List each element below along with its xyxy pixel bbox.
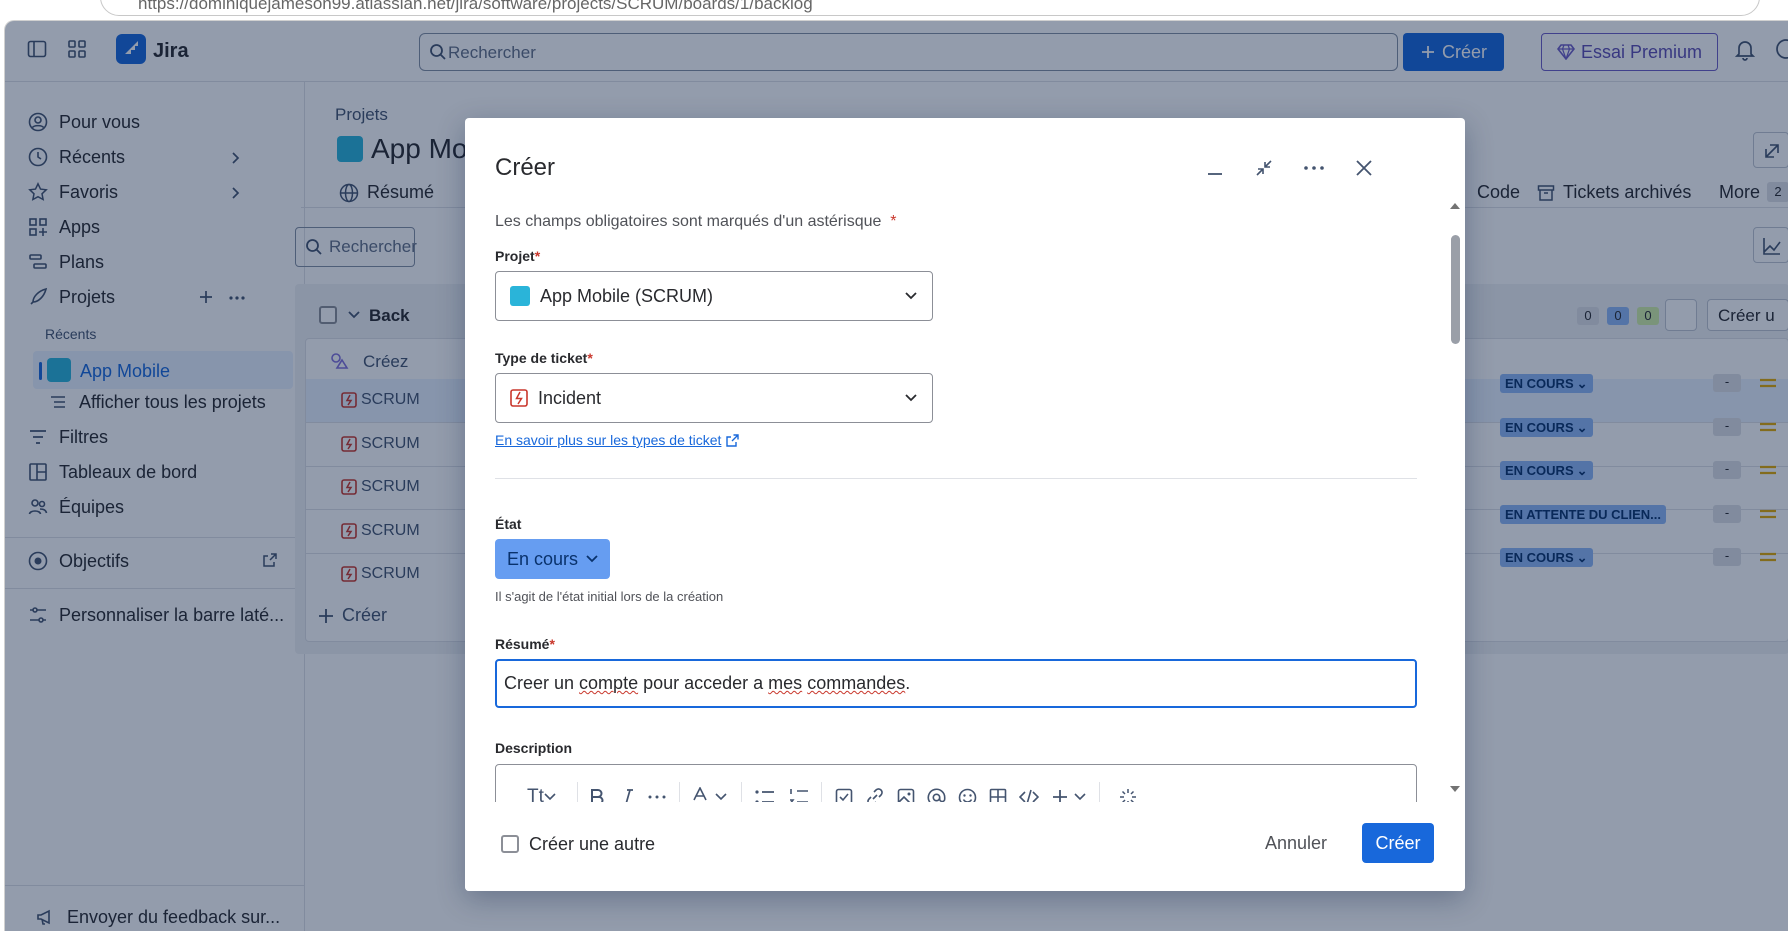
summary-text-part: . bbox=[905, 673, 911, 693]
required-asterisk: * bbox=[890, 213, 897, 230]
project-select[interactable]: App Mobile (SCRUM) bbox=[495, 271, 933, 321]
issue-type-field-label: Type de ticket* bbox=[495, 350, 593, 366]
collapse-icon bbox=[1256, 160, 1272, 176]
chevron-down-icon bbox=[544, 793, 556, 801]
summary-field-label: Résumé* bbox=[495, 636, 555, 652]
scroll-down-arrow-icon[interactable] bbox=[1449, 785, 1461, 793]
project-select-value: App Mobile (SCRUM) bbox=[540, 285, 714, 306]
chevron-down-icon bbox=[1074, 793, 1086, 801]
misspelled-word: compte bbox=[579, 673, 639, 693]
dialog-title: Créer bbox=[495, 154, 556, 181]
learn-issue-types-link[interactable]: En savoir plus sur les types de ticket bbox=[495, 432, 740, 448]
create-another-label[interactable]: Créer une autre bbox=[529, 834, 655, 855]
minimize-button[interactable] bbox=[1199, 152, 1231, 184]
summary-text-part: pour acceder a bbox=[638, 673, 769, 693]
address-bar-text[interactable]: https://dominiquejameson99.atlassian.net… bbox=[138, 0, 813, 14]
collapse-button[interactable] bbox=[1248, 152, 1280, 184]
link-text: En savoir plus sur les types de ticket bbox=[495, 432, 722, 448]
jira-app: Jira Rechercher Créer Essai Premium Pour… bbox=[4, 20, 1788, 931]
more-icon bbox=[1304, 166, 1324, 170]
scroll-up-arrow-icon[interactable] bbox=[1449, 202, 1461, 210]
required-note: Les champs obligatoires sont marqués d'u… bbox=[495, 213, 897, 231]
required-asterisk: * bbox=[587, 350, 593, 366]
status-value: En cours bbox=[506, 548, 579, 569]
chevron-down-icon bbox=[904, 291, 918, 301]
description-field-label: Description bbox=[495, 740, 573, 756]
more-options-button[interactable] bbox=[1298, 152, 1330, 184]
issue-type-value: Incident bbox=[538, 387, 602, 408]
status-field-label: État bbox=[495, 516, 522, 532]
issue-type-select[interactable]: Incident bbox=[495, 373, 933, 423]
required-note-text: Les champs obligatoires sont marqués d'u… bbox=[495, 213, 882, 230]
required-asterisk: * bbox=[534, 248, 541, 264]
status-help-text: Il s'agit de l'état initial lors de la c… bbox=[495, 589, 724, 604]
misspelled-word: commandes bbox=[807, 673, 906, 693]
chevron-down-icon bbox=[904, 393, 918, 403]
more-icon bbox=[648, 795, 666, 799]
scrollbar-thumb[interactable] bbox=[1451, 235, 1460, 344]
project-field-label: Projet* bbox=[495, 248, 540, 264]
summary-text: Creer un compte pour acceder a mes comma… bbox=[504, 673, 910, 694]
incident-icon bbox=[510, 389, 528, 407]
create-issue-dialog: Créer Les champs obligatoires sont marqu… bbox=[465, 118, 1465, 891]
project-avatar-icon bbox=[510, 286, 530, 306]
label-text: Type de ticket bbox=[495, 350, 588, 366]
status-dropdown[interactable]: En cours bbox=[495, 539, 610, 579]
summary-text-part: Creer un bbox=[504, 673, 580, 693]
close-icon bbox=[1356, 160, 1372, 176]
external-link-icon bbox=[726, 433, 740, 447]
chevron-down-icon bbox=[586, 555, 598, 563]
browser-toolbar: https://dominiquejameson99.atlassian.net… bbox=[0, 0, 1788, 20]
chevron-down-icon bbox=[715, 793, 727, 801]
close-button[interactable] bbox=[1348, 152, 1380, 184]
label-text: Résumé bbox=[495, 636, 550, 652]
required-asterisk: * bbox=[549, 636, 555, 652]
create-another-checkbox[interactable] bbox=[501, 835, 519, 853]
submit-create-button[interactable]: Créer bbox=[1362, 823, 1434, 863]
form-divider bbox=[495, 478, 1417, 479]
cancel-button[interactable]: Annuler bbox=[1246, 823, 1346, 863]
misspelled-word: mes bbox=[768, 673, 803, 693]
minimize-icon bbox=[1208, 173, 1222, 175]
label-text: Projet bbox=[495, 248, 535, 264]
summary-input[interactable]: Creer un compte pour acceder a mes comma… bbox=[495, 659, 1417, 708]
